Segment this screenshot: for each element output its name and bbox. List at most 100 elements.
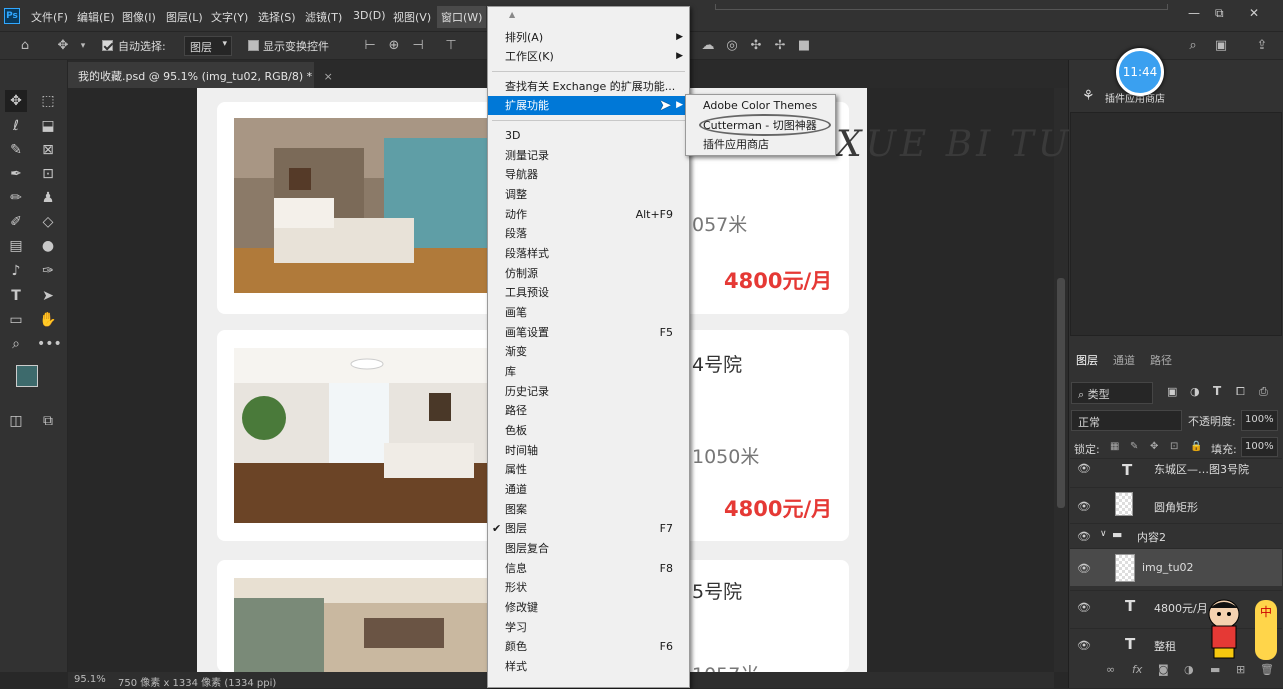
- lock-artboard-icon[interactable]: ⊡: [1170, 441, 1178, 452]
- filter-smart-icon[interactable]: ⎙: [1259, 385, 1268, 399]
- gradient-tool-icon[interactable]: ▤: [5, 235, 27, 257]
- fill-input[interactable]: 100%: [1241, 437, 1278, 457]
- eye-icon[interactable]: 👁: [1077, 639, 1091, 652]
- move-tool-icon[interactable]: ✥: [55, 38, 71, 54]
- lock-image-icon[interactable]: ✎: [1130, 441, 1138, 452]
- lock-position-icon[interactable]: ✥: [1150, 441, 1158, 452]
- menu-item-workspace[interactable]: 工作区(K) ▶: [488, 47, 689, 66]
- menu-window[interactable]: 窗口(W): [437, 6, 487, 28]
- menu-item-libraries[interactable]: 库: [488, 362, 689, 381]
- menu-type[interactable]: 文字(Y): [211, 9, 248, 25]
- type-tool-icon[interactable]: T: [5, 285, 27, 307]
- menu-3d[interactable]: 3D(D): [353, 9, 386, 22]
- menu-item-learn[interactable]: 学习: [488, 618, 689, 637]
- layer-filter-dropdown[interactable]: ⌕ 类型: [1071, 382, 1153, 404]
- eye-icon[interactable]: 👁: [1077, 530, 1091, 543]
- adjustment-icon[interactable]: ◑: [1184, 663, 1194, 676]
- auto-select-target-dropdown[interactable]: 图层 ▾: [184, 36, 232, 56]
- opacity-input[interactable]: 100%: [1241, 410, 1278, 431]
- align-right-icon[interactable]: ⊣: [410, 38, 426, 54]
- menu-item-find-extensions[interactable]: 查找有关 Exchange 的扩展功能...: [488, 77, 689, 96]
- menu-item-gradients[interactable]: 渐变: [488, 342, 689, 361]
- show-transform-checkbox[interactable]: [248, 40, 259, 51]
- auto-select-checkbox[interactable]: [102, 40, 113, 51]
- menu-item-properties[interactable]: 属性: [488, 460, 689, 479]
- layer-row[interactable]: 👁 ∨ ▬ 内容2: [1070, 523, 1282, 547]
- chevron-down-icon[interactable]: ▾: [75, 38, 91, 54]
- menu-filter[interactable]: 滤镜(T): [305, 9, 342, 25]
- layer-row[interactable]: 👁 T 东城区—…图3号院: [1070, 458, 1282, 484]
- menu-file[interactable]: 文件(F): [31, 9, 68, 25]
- stamp-tool-icon[interactable]: ♟: [37, 187, 59, 209]
- scroll-up-icon[interactable]: ▲: [509, 10, 515, 19]
- blend-mode-dropdown[interactable]: 正常: [1071, 410, 1182, 431]
- eye-icon[interactable]: 👁: [1077, 601, 1091, 614]
- submenu-item-adobe-color-themes[interactable]: Adobe Color Themes: [686, 96, 835, 115]
- layer-row-selected[interactable]: 👁 img_tu02: [1070, 548, 1282, 586]
- zoom-level[interactable]: 95.1%: [74, 674, 106, 685]
- menu-item-timeline[interactable]: 时间轴: [488, 441, 689, 460]
- fx-icon[interactable]: fx: [1132, 663, 1142, 676]
- minimize-button[interactable]: —: [1188, 6, 1200, 20]
- tab-layers[interactable]: 图层: [1076, 352, 1098, 368]
- submenu-item-plugin-store[interactable]: 插件应用商店: [686, 135, 835, 154]
- lock-transparent-icon[interactable]: ▦: [1110, 441, 1119, 452]
- 3d-slide-icon[interactable]: ✢: [772, 38, 788, 54]
- menu-item-modifier-keys[interactable]: 修改键: [488, 598, 689, 617]
- hand-tool-icon[interactable]: ✋: [37, 309, 59, 331]
- menu-select[interactable]: 选择(S): [258, 9, 296, 25]
- align-center-icon[interactable]: ⊕: [386, 38, 402, 54]
- trash-icon[interactable]: 🗑: [1260, 663, 1274, 676]
- eye-icon[interactable]: 👁: [1077, 462, 1091, 475]
- 3d-pan-icon[interactable]: ✣: [748, 38, 764, 54]
- menu-item-channels[interactable]: 通道: [488, 480, 689, 499]
- quick-mask-icon[interactable]: ◫: [5, 410, 27, 432]
- frame-tool-icon[interactable]: ⊠: [37, 139, 59, 161]
- eraser-tool-icon[interactable]: ◇: [37, 211, 59, 233]
- menu-item-shapes[interactable]: 形状: [488, 578, 689, 597]
- menu-item-3d[interactable]: 3D: [488, 126, 689, 145]
- menu-item-layers[interactable]: ✔ 图层 F7: [488, 519, 689, 538]
- lock-all-icon[interactable]: 🔒: [1190, 441, 1202, 452]
- object-select-icon[interactable]: ⬓: [37, 115, 59, 137]
- restore-button[interactable]: ⧉: [1215, 6, 1224, 21]
- menu-item-clone-source[interactable]: 仿制源: [488, 264, 689, 283]
- eye-icon[interactable]: 👁: [1077, 500, 1091, 513]
- path-select-icon[interactable]: ➤: [37, 285, 59, 307]
- 3d-camera-icon[interactable]: ■: [796, 38, 812, 54]
- menu-item-tool-presets[interactable]: 工具预设: [488, 283, 689, 302]
- mask-icon[interactable]: ◙: [1158, 663, 1169, 676]
- filter-type-icon[interactable]: T: [1213, 384, 1221, 398]
- foreground-color-swatch[interactable]: [16, 365, 38, 387]
- menu-item-actions[interactable]: 动作 Alt+F9: [488, 205, 689, 224]
- home-icon[interactable]: ⌂: [17, 38, 33, 54]
- crop-tool-icon[interactable]: ⊡: [37, 163, 59, 185]
- layer-row[interactable]: 👁 圆角矩形: [1070, 487, 1282, 521]
- menu-item-history[interactable]: 历史记录: [488, 382, 689, 401]
- search-icon[interactable]: ⌕: [1185, 38, 1201, 54]
- align-top-icon[interactable]: ⊤: [443, 38, 459, 54]
- scrollbar-thumb[interactable]: [1057, 278, 1065, 508]
- menu-item-color[interactable]: 颜色 F6: [488, 637, 689, 656]
- menu-item-swatches[interactable]: 色板: [488, 421, 689, 440]
- share-icon[interactable]: ⇪: [1254, 38, 1270, 54]
- marquee-tool-icon[interactable]: ⬚: [37, 90, 59, 112]
- tab-channels[interactable]: 通道: [1113, 352, 1135, 368]
- filter-adjust-icon[interactable]: ◑: [1190, 385, 1200, 398]
- 3d-roll-icon[interactable]: ◎: [724, 38, 740, 54]
- menu-image[interactable]: 图像(I): [122, 9, 156, 25]
- layer-row[interactable]: 👁 T 整租: [1070, 628, 1282, 660]
- dodge-tool-icon[interactable]: ♪: [5, 260, 27, 282]
- menu-item-paragraph[interactable]: 段落: [488, 224, 689, 243]
- tab-paths[interactable]: 路径: [1150, 352, 1172, 368]
- rectangle-tool-icon[interactable]: ▭: [5, 309, 27, 331]
- menu-edit[interactable]: 编辑(E): [77, 9, 115, 25]
- history-brush-icon[interactable]: ✐: [5, 211, 27, 233]
- menu-item-paragraph-styles[interactable]: 段落样式: [488, 244, 689, 263]
- eyedropper-icon[interactable]: ✒: [5, 163, 27, 185]
- menu-layer[interactable]: 图层(L): [166, 9, 203, 25]
- workspace-icon[interactable]: ▣: [1213, 38, 1229, 54]
- eye-icon[interactable]: 👁: [1077, 562, 1091, 575]
- close-button[interactable]: ✕: [1249, 6, 1259, 20]
- brush-tool-icon[interactable]: ✏: [5, 187, 27, 209]
